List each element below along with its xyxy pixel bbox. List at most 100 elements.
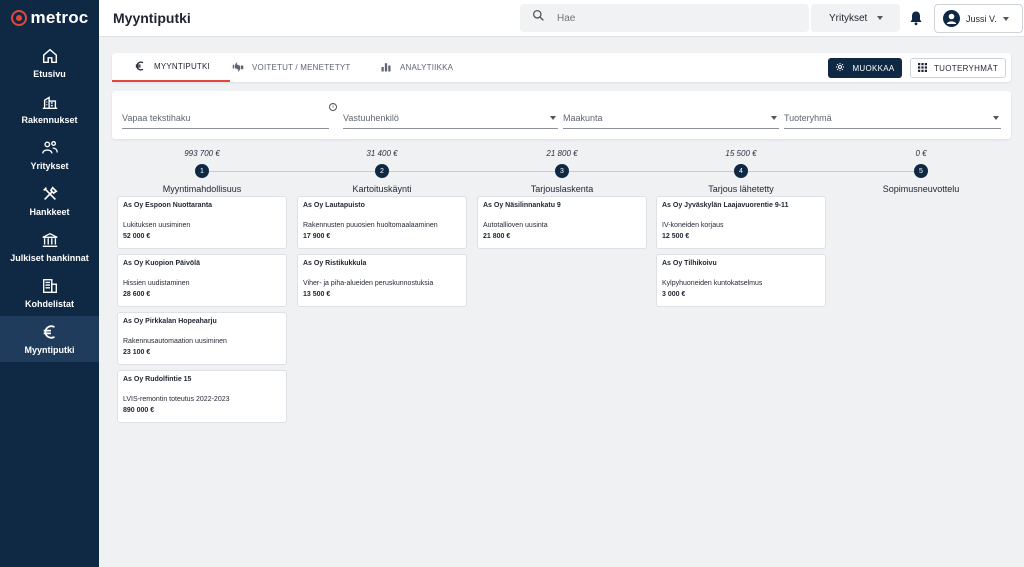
- deal-card[interactable]: As Oy Ristikukkula Viher- ja piha-alueid…: [297, 254, 467, 307]
- stage-number: 4: [734, 164, 748, 178]
- stage-name: Kartoituskäynti: [352, 184, 412, 194]
- stage-column-2: 31 400 € 2 Kartoituskäynti: [297, 149, 467, 194]
- tab-label: VOITETUT / MENETETYT: [252, 63, 351, 72]
- stage-total: 0 €: [915, 149, 927, 158]
- region-select-placeholder: Maakunta: [563, 112, 603, 123]
- owner-select[interactable]: Vastuuhenkilö: [343, 107, 558, 129]
- sidebar-item-hankkeet[interactable]: Hankkeet: [0, 178, 99, 224]
- stage-name: Myyntimahdollisuus: [162, 184, 242, 194]
- deal-company: As Oy Kuopion Päivölä: [123, 260, 201, 267]
- deal-company: As Oy Pirkkalan Hopeaharju: [123, 318, 217, 325]
- edit-button[interactable]: MUOKKAA: [828, 58, 902, 78]
- search-box[interactable]: [520, 4, 809, 32]
- bell-icon[interactable]: [908, 10, 924, 26]
- page-title: Myyntiputki: [113, 10, 191, 26]
- euro-icon: [40, 323, 60, 341]
- deal-amount: 23 100 €: [123, 349, 151, 356]
- tab-label: MYYNTIPUTKI: [154, 62, 210, 71]
- tab-label: ANALYTIIKKA: [400, 63, 454, 72]
- product-group-select-placeholder: Tuoteryhmä: [784, 112, 832, 123]
- chevron-down-icon: [771, 115, 777, 120]
- tabs-panel: MYYNTIPUTKI VOITETUT / MENETETYT ANALYTI…: [112, 53, 1011, 82]
- deal-company: As Oy Rudolfintie 15: [123, 376, 192, 383]
- deal-description: Kylpyhuoneiden kuntokatselmus: [662, 280, 763, 287]
- deal-card[interactable]: As Oy Näsilinnankatu 9 Autotallioven uus…: [477, 196, 647, 249]
- deal-description: Rakennusten puuosien huoltomaalaaminen: [303, 222, 438, 229]
- stage-name: Tarjouslaskenta: [530, 184, 594, 194]
- deal-card[interactable]: As Oy Jyväskylän Laajavuorentie 9-11 IV-…: [656, 196, 826, 249]
- deal-description: Autotallioven uusinta: [483, 222, 548, 229]
- deal-company: As Oy Lautapuisto: [303, 202, 365, 209]
- deal-card[interactable]: As Oy Kuopion Päivölä Hissien uudistamin…: [117, 254, 287, 307]
- tab-myyntiputki[interactable]: MYYNTIPUTKI: [112, 53, 230, 82]
- deal-amount: 12 500 €: [662, 233, 690, 240]
- search-icon: [532, 9, 545, 27]
- deal-card[interactable]: As Oy Lautapuisto Rakennusten puuosien h…: [297, 196, 467, 249]
- tab-voitetut-menetetyt[interactable]: VOITETUT / MENETETYT: [232, 53, 351, 82]
- company-select[interactable]: Yritykset: [811, 4, 900, 32]
- user-name: Jussi V.: [966, 13, 997, 24]
- stage-column-5: 0 € 5 Sopimusneuvottelu: [836, 149, 1006, 194]
- edit-button-label: MUOKKAA: [852, 63, 895, 73]
- deal-amount: 28 600 €: [123, 291, 151, 298]
- deal-amount: 17 900 €: [303, 233, 331, 240]
- sidebar: metroc Etusivu Rakennukset Yritykset Han…: [0, 0, 99, 567]
- deal-amount: 21 800 €: [483, 233, 511, 240]
- deal-company: As Oy Ristikukkula: [303, 260, 367, 267]
- sidebar-item-rakennukset[interactable]: Rakennukset: [0, 86, 99, 132]
- sidebar-item-julkiset-hankinnat[interactable]: Julkiset hankinnat: [0, 224, 99, 270]
- info-icon[interactable]: i: [329, 103, 337, 111]
- product-group-select[interactable]: Tuoteryhmä: [784, 107, 1001, 129]
- deal-amount: 890 000 €: [123, 407, 155, 414]
- sidebar-item-label: Myyntiputki: [24, 345, 75, 355]
- sidebar-item-label: Julkiset hankinnat: [10, 253, 89, 263]
- deal-description: Lukituksen uusiminen: [123, 222, 191, 229]
- avatar: [943, 10, 960, 27]
- list-building-icon: [40, 277, 60, 295]
- institution-icon: [40, 231, 60, 249]
- deal-description: Rakennusautomaation uusiminen: [123, 338, 227, 345]
- brand-name: metroc: [30, 8, 89, 27]
- sidebar-item-etusivu[interactable]: Etusivu: [0, 40, 99, 86]
- deal-card[interactable]: As Oy Tilhikoivu Kylpyhuoneiden kuntokat…: [656, 254, 826, 307]
- building-icon: [40, 93, 60, 111]
- stage-column-1: 993 700 € 1 Myyntimahdollisuus: [117, 149, 287, 194]
- owner-select-placeholder: Vastuuhenkilö: [343, 112, 399, 123]
- sidebar-item-label: Rakennukset: [21, 115, 78, 125]
- text-search-placeholder: Vapaa tekstihaku: [122, 112, 191, 123]
- deal-card[interactable]: As Oy Espoon Nuottaranta Lukituksen uusi…: [117, 196, 287, 249]
- product-groups-button[interactable]: TUOTERYHMÄT: [910, 58, 1006, 78]
- deal-amount: 13 500 €: [303, 291, 331, 298]
- sidebar-item-label: Hankkeet: [29, 207, 70, 217]
- chevron-down-icon: [877, 16, 884, 20]
- deal-company: As Oy Espoon Nuottaranta: [123, 202, 213, 209]
- deal-description: LVIS-remontin toteutus 2022-2023: [123, 396, 230, 403]
- bar-chart-icon: [380, 61, 392, 75]
- product-groups-button-label: TUOTERYHMÄT: [933, 63, 999, 73]
- tab-analytiikka[interactable]: ANALYTIIKKA: [380, 53, 453, 82]
- stage-total: 993 700 €: [184, 149, 220, 158]
- people-icon: [40, 139, 60, 157]
- deal-description: Hissien uudistaminen: [123, 280, 190, 287]
- search-input[interactable]: [557, 12, 777, 24]
- deal-company: As Oy Tilhikoivu: [662, 260, 717, 267]
- sidebar-item-myyntiputki[interactable]: Myyntiputki: [0, 316, 99, 362]
- stage-total: 21 800 €: [546, 149, 578, 158]
- brand-logo[interactable]: metroc: [0, 0, 99, 36]
- deal-card[interactable]: As Oy Rudolfintie 15 LVIS-remontin toteu…: [117, 370, 287, 423]
- sidebar-item-kohdelistat[interactable]: Kohdelistat: [0, 270, 99, 316]
- top-header: Myyntiputki Yritykset Jussi V.: [99, 0, 1024, 37]
- chevron-down-icon: [550, 115, 556, 120]
- region-select[interactable]: Maakunta: [563, 107, 779, 129]
- user-menu[interactable]: Jussi V.: [934, 4, 1023, 33]
- stage-column-3: 21 800 € 3 Tarjouslaskenta: [477, 149, 647, 194]
- sidebar-item-yritykset[interactable]: Yritykset: [0, 132, 99, 178]
- stage-number: 3: [555, 164, 569, 178]
- deal-company: As Oy Jyväskylän Laajavuorentie 9-11: [662, 202, 789, 209]
- text-search-field[interactable]: Vapaa tekstihaku: [122, 107, 329, 129]
- stage-number: 5: [914, 164, 928, 178]
- deal-description: IV-koneiden korjaus: [662, 222, 724, 229]
- deal-description: Viher- ja piha-alueiden peruskunnostuksi…: [303, 280, 434, 287]
- deal-card[interactable]: As Oy Pirkkalan Hopeaharju Rakennusautom…: [117, 312, 287, 365]
- thumbs-icon: [232, 61, 244, 75]
